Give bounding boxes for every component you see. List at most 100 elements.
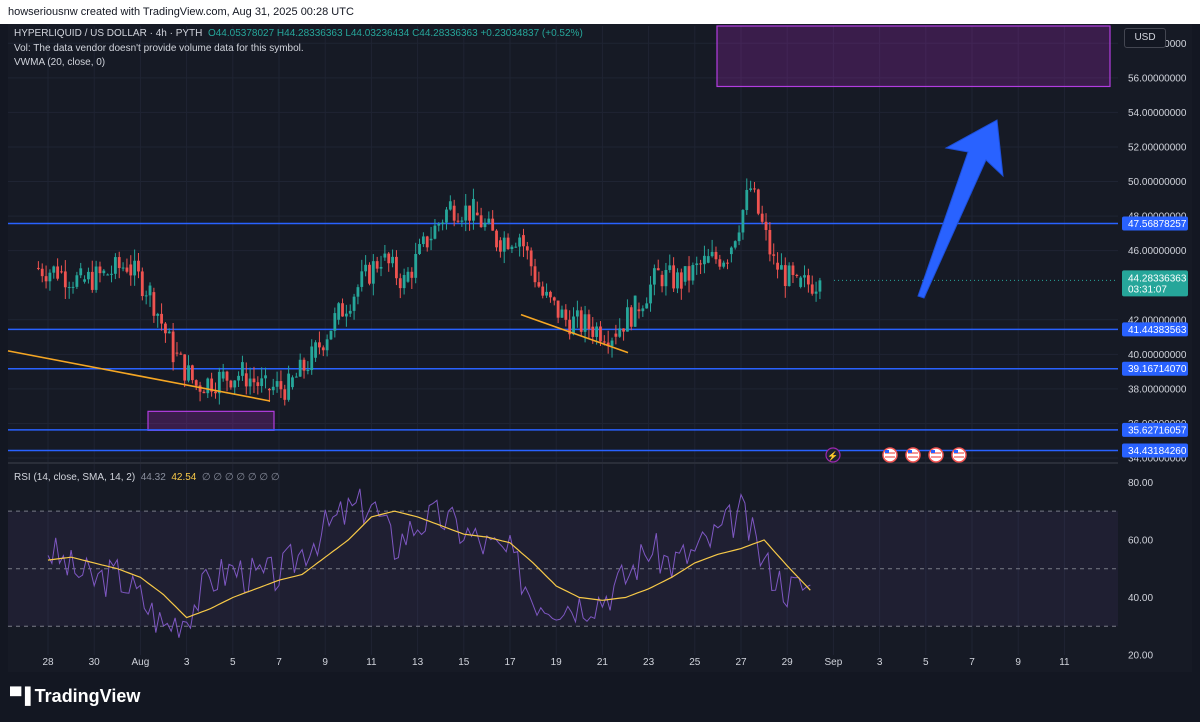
candle-body — [144, 295, 148, 297]
candle-body — [672, 265, 676, 289]
candle-body — [483, 222, 487, 228]
rsi-panel — [8, 488, 1118, 638]
time-tick: 15 — [458, 657, 470, 668]
candle-body — [206, 378, 210, 394]
candle-body — [629, 307, 633, 327]
time-tick: 9 — [322, 657, 328, 668]
rsi-legend[interactable]: RSI (14, close, SMA, 14, 2) 44.32 42.54 … — [14, 472, 280, 483]
candle-body — [664, 269, 668, 287]
candle-body — [364, 264, 368, 272]
candle-body — [695, 263, 699, 266]
target-zone — [716, 25, 1111, 88]
candle-body — [279, 381, 283, 390]
time-tick: 13 — [412, 657, 424, 668]
candle-body — [329, 330, 333, 340]
candle-body — [113, 257, 117, 274]
candle-body — [726, 262, 729, 264]
candle-body — [618, 328, 622, 337]
candle-body — [387, 253, 391, 264]
candle-body — [591, 326, 595, 337]
candle-body — [225, 371, 229, 381]
candle-body — [575, 310, 579, 317]
candle-body — [502, 237, 506, 252]
candle-body — [626, 307, 629, 332]
candle-body — [753, 188, 756, 190]
ohlc-high: H44.28336363 — [276, 28, 343, 39]
lightning-glyph: ⚡ — [827, 450, 838, 462]
candle-body — [125, 267, 129, 272]
candle-body — [683, 266, 687, 282]
candle-body — [94, 266, 98, 290]
candle-body — [525, 246, 529, 251]
candle-body — [241, 362, 244, 376]
us-flag-icon — [908, 450, 912, 453]
candle-body — [456, 220, 460, 222]
time-tick: 3 — [184, 657, 190, 668]
candle-body — [537, 282, 541, 287]
candle-body — [760, 213, 764, 222]
candle-body — [229, 380, 233, 388]
candle-body — [275, 381, 279, 387]
currency-button[interactable]: USD — [1124, 28, 1166, 48]
candle-body — [395, 256, 398, 279]
us-flag-icon — [931, 450, 935, 453]
candle-body — [202, 391, 206, 394]
tradingview-logo[interactable]: ▀▐ TradingView — [10, 686, 140, 707]
candle-body — [795, 274, 799, 276]
time-tick: 23 — [643, 657, 655, 668]
candle-body — [668, 265, 672, 270]
time-tick: 28 — [42, 657, 54, 668]
candle-body — [710, 251, 714, 257]
candle-body — [633, 295, 637, 327]
tradingview-logo-icon: ▀▐ — [10, 687, 31, 705]
candle-body — [160, 313, 163, 324]
candle-body — [67, 287, 71, 289]
candle-body — [514, 246, 518, 248]
time-tick: 25 — [689, 657, 701, 668]
candle-body — [79, 268, 83, 276]
price-tick: 40.00000000 — [1128, 350, 1187, 361]
rsi-value: 44.32 — [140, 472, 166, 483]
candle-body — [741, 210, 745, 233]
time-tick: 19 — [551, 657, 563, 668]
candle-body — [703, 255, 706, 265]
candle-body — [814, 291, 818, 294]
candle-body — [510, 246, 514, 250]
price-tick: 38.00000000 — [1128, 384, 1187, 395]
candle-body — [564, 309, 568, 320]
candle-body — [541, 286, 545, 296]
candle-body — [129, 264, 133, 276]
time-tick: 29 — [782, 657, 794, 668]
time-tick: 7 — [969, 657, 975, 668]
rsi-ma-value: 42.54 — [171, 472, 197, 483]
candle-body — [137, 260, 140, 272]
candle-body — [749, 188, 753, 190]
candle-body — [341, 303, 344, 317]
chart-canvas[interactable]: ⚡ 58.0000000056.0000000054.0000000052.00… — [0, 0, 1200, 722]
candle-body — [48, 272, 52, 282]
candle-body — [83, 279, 86, 282]
candle-body — [433, 225, 437, 239]
candle-body — [52, 266, 56, 273]
candle-body — [60, 271, 63, 273]
candle-body — [344, 313, 348, 317]
candle-body — [441, 222, 445, 225]
candle-body — [406, 271, 410, 282]
price-tick: 46.00000000 — [1128, 246, 1187, 257]
candle-body — [298, 359, 302, 377]
candle-body — [552, 297, 556, 301]
candle-body — [337, 303, 341, 320]
candle-body — [71, 286, 75, 288]
candle-body — [652, 268, 656, 285]
candle-body — [572, 316, 575, 335]
candle-body — [379, 266, 383, 269]
time-tick: 27 — [735, 657, 747, 668]
candle-body — [287, 373, 291, 400]
vwma-label[interactable]: VWMA (20, close, 0) — [14, 57, 105, 68]
candle-body — [348, 310, 352, 314]
candle-body — [194, 380, 198, 386]
time-tick: 11 — [1059, 657, 1070, 668]
candle-body — [256, 382, 260, 387]
candle-body — [448, 201, 452, 210]
candle-body — [649, 284, 652, 304]
